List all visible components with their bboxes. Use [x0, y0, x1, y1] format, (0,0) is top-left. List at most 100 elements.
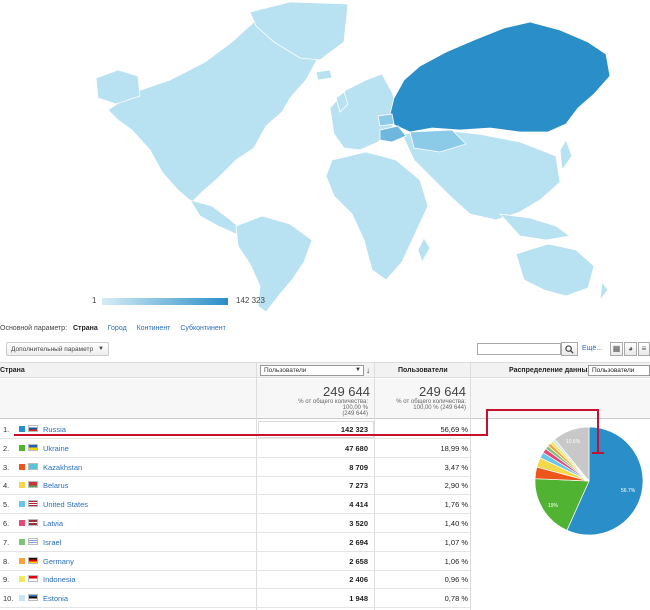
row-number: 6. — [3, 519, 10, 528]
users-value: 2 694 — [349, 537, 368, 547]
pie-slice-label: 10.6% — [566, 439, 581, 445]
row-number: 5. — [3, 500, 10, 510]
country-flag-icon — [28, 443, 38, 451]
country-flag-icon — [28, 575, 38, 583]
series-color-swatch — [19, 576, 25, 583]
country-link[interactable]: Germany — [43, 557, 74, 566]
row-number: 7. — [3, 537, 10, 547]
secondary-dimension-dropdown[interactable]: Дополнительный параметр ▼ — [6, 342, 109, 356]
table-header: Страна Пользователи ▼ ↓ Пользователи Рас… — [0, 362, 650, 378]
distribution-metric-select[interactable]: Пользователи — [588, 365, 650, 376]
legend-gradient-bar — [102, 298, 228, 305]
pie-slice-label: 19% — [548, 503, 559, 509]
series-color-swatch — [19, 595, 25, 602]
total-users2-sub2: 100,00 % (249 644) — [413, 405, 466, 411]
users-percent: 18,99 % — [440, 443, 468, 453]
primary-dimension-bar: Основной параметр: Страна Город Континен… — [0, 325, 234, 337]
country-link[interactable]: Russia — [43, 425, 66, 434]
users-value: 142 323 — [340, 425, 368, 434]
map-region-belarus — [377, 113, 395, 127]
series-color-swatch — [19, 426, 25, 432]
dimension-continent-link[interactable]: Континент — [137, 325, 171, 332]
users-percent: 1,76 % — [444, 500, 468, 510]
map-region-iceland — [315, 69, 333, 81]
world-map[interactable] — [0, 0, 650, 318]
map-region-russia — [387, 21, 611, 133]
country-flag-icon — [28, 462, 38, 470]
users-value: 2 406 — [349, 575, 368, 585]
annotation-line — [597, 409, 599, 453]
table-row[interactable]: 7. Israel 2 694 1,07 % — [0, 533, 470, 552]
search-icon — [565, 345, 574, 354]
table-row[interactable]: 4. Belarus 7 273 2,90 % — [0, 476, 470, 496]
column-header-users[interactable]: Пользователи — [398, 367, 448, 374]
users-percent: 0,96 % — [444, 575, 468, 585]
country-link[interactable]: Kazakhstan — [43, 463, 82, 472]
table-row[interactable]: 9. Indonesia 2 406 0,96 % — [0, 570, 470, 590]
country-flag-icon — [28, 519, 38, 526]
country-link[interactable]: Israel — [43, 538, 61, 547]
series-color-swatch — [19, 538, 25, 545]
dimension-city-link[interactable]: Город — [108, 325, 127, 332]
row-number: 9. — [3, 575, 10, 585]
table-row[interactable]: 5. United States 4 414 1,76 % — [0, 495, 470, 515]
annotation-line — [592, 452, 604, 454]
row-number: 10. — [3, 594, 14, 604]
secondary-dimension-label: Дополнительный параметр — [11, 346, 94, 353]
annotation-line — [486, 409, 488, 436]
country-link[interactable]: Estonia — [43, 594, 68, 603]
users-value: 7 273 — [349, 481, 368, 491]
country-link[interactable]: Latvia — [43, 519, 63, 528]
column-header-country[interactable]: Страна — [0, 367, 25, 374]
table-row[interactable]: 3. Kazakhstan 8 709 3,47 % — [0, 458, 470, 477]
list-icon: ≡ — [641, 344, 647, 353]
country-flag-icon — [28, 537, 38, 545]
chevron-down-icon: ▼ — [98, 346, 104, 352]
map-region-madagascar — [417, 237, 431, 263]
country-link[interactable]: Ukraine — [43, 444, 69, 453]
table-row[interactable]: 1. Russia 142 323 56,69 % — [0, 420, 470, 439]
country-flag-icon — [28, 500, 38, 508]
users-percent: 56,69 % — [440, 425, 468, 434]
series-color-swatch — [19, 482, 25, 489]
row-number: 1. — [3, 425, 10, 434]
pie-view-button[interactable]: ◕ — [624, 342, 637, 356]
row-number: 3. — [3, 462, 10, 472]
country-link[interactable]: Indonesia — [43, 575, 76, 584]
users-value: 2 658 — [349, 556, 368, 566]
row-number: 4. — [3, 481, 10, 491]
table-row[interactable]: 10. Estonia 1 948 0,78 % — [0, 589, 470, 609]
pie-chart-icon: ◕ — [628, 344, 633, 353]
map-region-japan — [559, 139, 573, 172]
table-row[interactable]: 8. Germany 2 658 1,06 % — [0, 552, 470, 571]
distribution-pie-chart: 56.7% 19% 10.6% — [534, 426, 644, 536]
primary-dimension-label: Основной параметр: — [0, 325, 68, 332]
table-view-button[interactable]: ▦ — [610, 342, 623, 356]
distribution-select-value: Пользователи — [592, 367, 635, 374]
advanced-filter-link[interactable]: Ещё... — [582, 345, 602, 352]
users-percent: 1,40 % — [444, 519, 468, 528]
country-link[interactable]: United States — [43, 500, 88, 509]
users-value: 8 709 — [349, 462, 368, 472]
table-row[interactable]: 2. Ukraine 47 680 18,99 % — [0, 439, 470, 458]
series-color-swatch — [19, 501, 25, 508]
country-flag-icon — [28, 481, 38, 489]
total-users-value: 249 644 — [323, 384, 370, 399]
table-row[interactable]: 6. Latvia 3 520 1,40 % — [0, 514, 470, 533]
country-flag-icon — [28, 594, 38, 602]
legend-min-value: 1 — [92, 296, 97, 305]
users-percent: 0,78 % — [444, 594, 468, 604]
map-region-central-america — [189, 199, 241, 235]
metric-select[interactable]: Пользователи ▼ — [260, 365, 364, 376]
map-region-new-zealand — [599, 280, 609, 302]
users-percent: 1,07 % — [444, 537, 468, 547]
column-divider — [470, 362, 471, 610]
country-flag-icon — [28, 556, 38, 564]
sort-descending-icon[interactable]: ↓ — [366, 366, 370, 375]
table-search-input[interactable] — [477, 343, 561, 355]
search-button[interactable] — [561, 342, 578, 356]
row-number: 2. — [3, 443, 10, 453]
country-link[interactable]: Belarus — [43, 481, 68, 490]
list-view-button[interactable]: ≡ — [638, 342, 650, 356]
dimension-subcontinent-link[interactable]: Субконтинент — [180, 325, 226, 332]
